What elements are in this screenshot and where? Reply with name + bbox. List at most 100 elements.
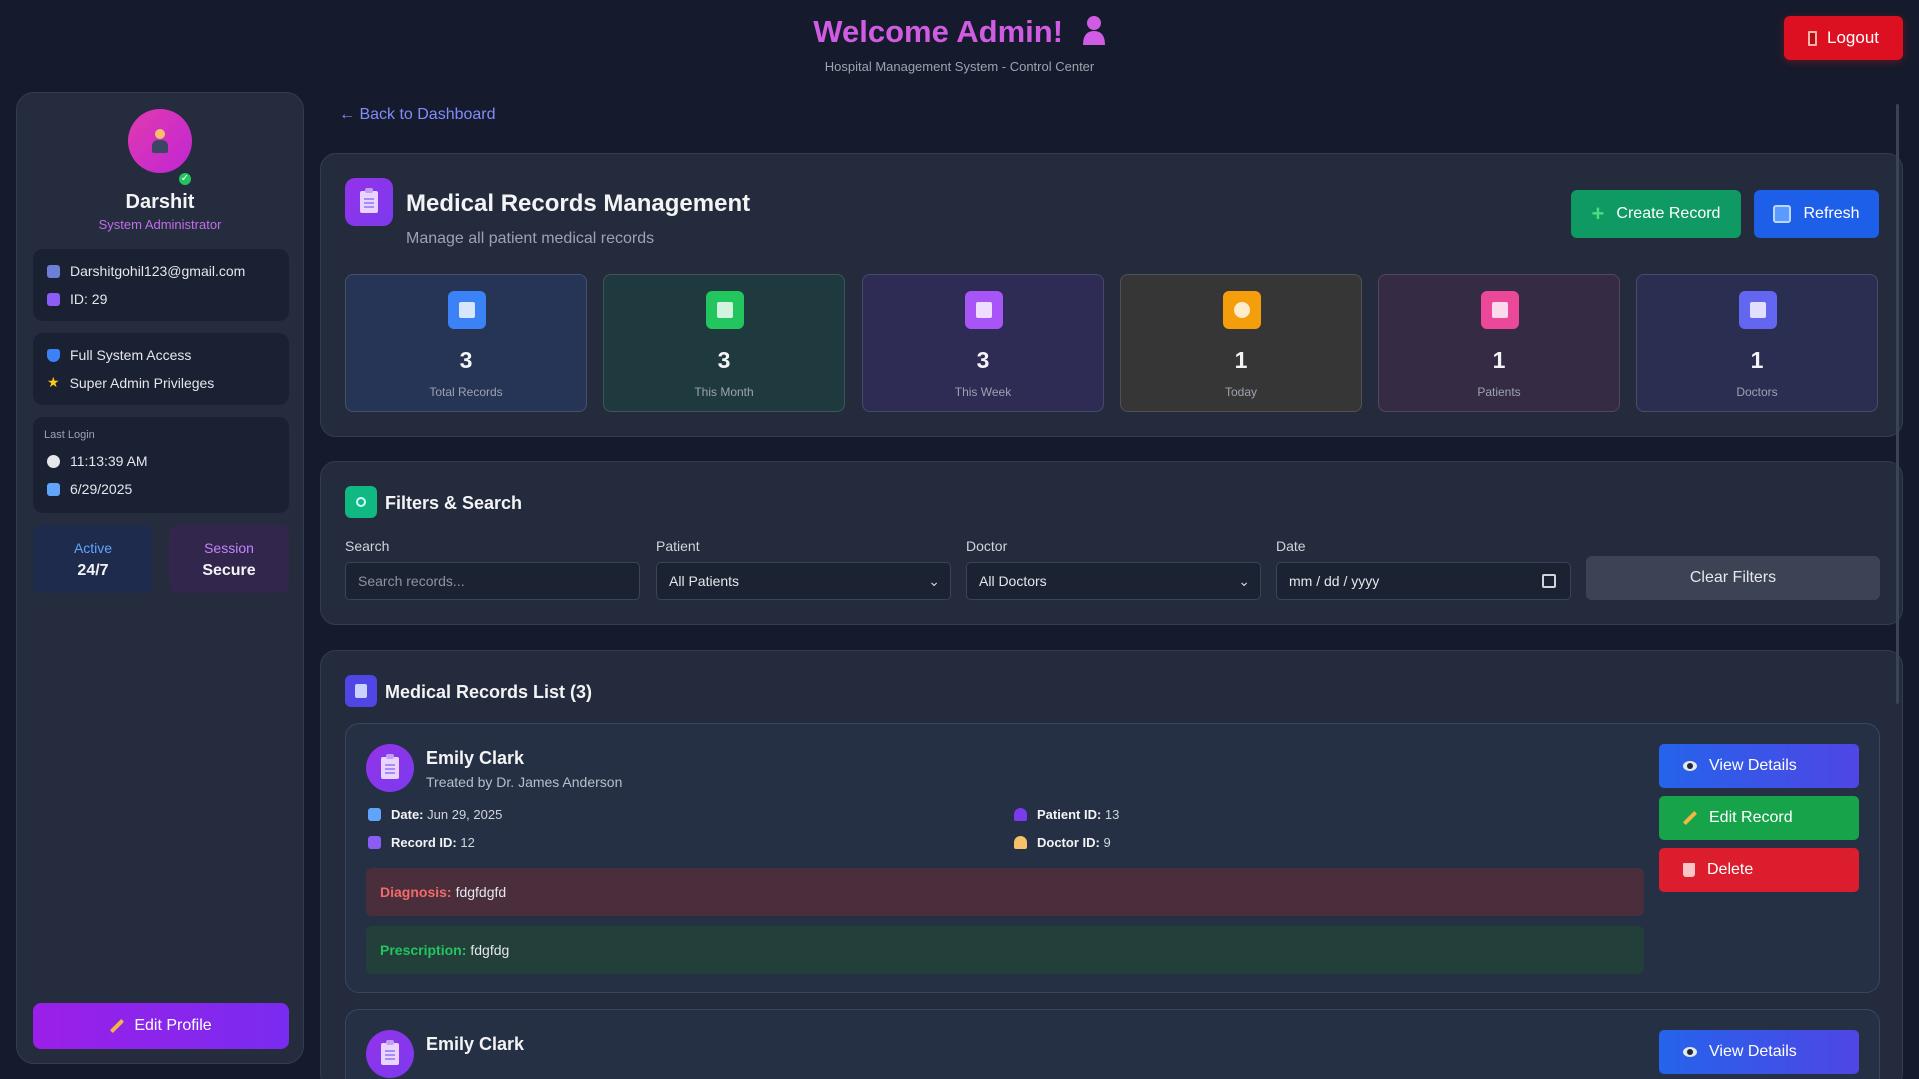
stats-row: 3 Total Records 3 This Month 3 This Week… xyxy=(345,274,1878,412)
delete-label: Delete xyxy=(1707,861,1754,878)
id-text: ID: 29 xyxy=(70,291,108,307)
calendar-icon xyxy=(706,291,744,329)
doctor-id: Doctor ID: 9 xyxy=(1014,835,1111,850)
prescription-value: fdgfdg xyxy=(470,942,510,958)
stat-value: 1 xyxy=(1750,347,1764,373)
records-list-panel: Medical Records List (3) Emily Clark Tre… xyxy=(320,650,1903,1079)
date-label: Date: xyxy=(391,807,424,822)
view-details-label: View Details xyxy=(1709,1043,1797,1060)
user-name: Darshit xyxy=(125,191,195,213)
email-row: Darshitgohil123@gmail.com xyxy=(33,257,289,285)
refresh-label: Refresh xyxy=(1803,205,1860,222)
view-details-button[interactable]: View Details xyxy=(1659,1030,1859,1074)
calendar-icon[interactable] xyxy=(1542,574,1556,588)
access-card: Full System Access ★ Super Admin Privile… xyxy=(33,333,289,405)
clock-icon xyxy=(47,454,60,468)
alarm-clock-icon xyxy=(1223,291,1261,329)
page-subtitle: Manage all patient medical records xyxy=(406,230,655,247)
create-record-button[interactable]: + Create Record xyxy=(1571,190,1741,238)
logout-button[interactable]: Logout xyxy=(1784,16,1903,60)
avatar xyxy=(128,109,192,173)
doctor-icon xyxy=(1014,836,1027,849)
stat-doctors: 1 Doctors xyxy=(1636,274,1878,412)
magnifier-icon xyxy=(345,486,377,518)
date-input[interactable]: mm / dd / yyyy xyxy=(1276,562,1571,600)
calendar-icon xyxy=(47,482,60,496)
doctor-select[interactable]: All Doctors ⌄ xyxy=(966,562,1261,600)
chevron-down-icon: ⌄ xyxy=(928,573,940,589)
pencil-icon xyxy=(110,1019,124,1033)
trash-icon xyxy=(1683,863,1695,877)
privileges-row: ★ Super Admin Privileges xyxy=(33,369,289,397)
active-pill: Active 24/7 xyxy=(33,525,153,593)
stat-this-month: 3 This Month xyxy=(603,274,845,412)
session-pill: Session Secure xyxy=(169,525,289,593)
online-status-icon: ✓ xyxy=(177,171,193,187)
active-label: Active xyxy=(73,540,113,556)
last-login-time: 11:13:39 AM xyxy=(70,453,148,469)
clear-filters-button[interactable]: Clear Filters xyxy=(1586,556,1880,600)
welcome-heading: Welcome Admin! xyxy=(0,14,1919,53)
stat-patients: 1 Patients xyxy=(1378,274,1620,412)
calendar-icon xyxy=(368,808,381,821)
diagnosis-value: fdgfdgfd xyxy=(455,884,507,900)
patient-name: Emily Clark xyxy=(426,748,525,768)
stat-label: Patients xyxy=(1477,385,1521,399)
date-label: Date xyxy=(1276,538,1306,554)
stat-value: 1 xyxy=(1492,347,1506,373)
patient-select[interactable]: All Patients ⌄ xyxy=(656,562,951,600)
chevron-down-icon: ⌄ xyxy=(1238,573,1250,589)
header-subtitle: Hospital Management System - Control Cen… xyxy=(824,59,1095,74)
clipboard-icon xyxy=(366,1030,414,1078)
last-login-label: Last Login xyxy=(44,429,95,441)
user-icon xyxy=(1082,15,1106,53)
search-input[interactable]: Search records... xyxy=(345,562,640,600)
scrollbar[interactable] xyxy=(1896,104,1899,704)
id-card-icon xyxy=(47,264,60,278)
patients-icon xyxy=(1481,291,1519,329)
record-id-value: 12 xyxy=(460,835,475,850)
stat-label: Doctors xyxy=(1736,385,1778,399)
filters-title: Filters & Search xyxy=(385,493,523,513)
back-to-dashboard-link[interactable]: ← Back to Dashboard xyxy=(339,106,496,124)
date-placeholder: mm / dd / yyyy xyxy=(1289,573,1380,589)
user-role: System Administrator xyxy=(98,217,222,232)
last-login-date-row: 6/29/2025 xyxy=(33,475,289,503)
record-date: Date: Jun 29, 2025 xyxy=(368,807,502,822)
record-card: Emily Clark View Details xyxy=(345,1009,1880,1079)
edit-record-label: Edit Record xyxy=(1709,809,1793,826)
edit-record-button[interactable]: Edit Record xyxy=(1659,796,1859,840)
doctor-value: All Doctors xyxy=(979,573,1047,589)
search-label: Search xyxy=(345,538,390,554)
doctor-id-label: Doctor ID: xyxy=(1037,835,1100,850)
patient-value: All Patients xyxy=(669,573,740,589)
stat-this-week: 3 This Week xyxy=(862,274,1104,412)
patient-id-value: 13 xyxy=(1104,807,1120,822)
diagnosis-label: Diagnosis: xyxy=(380,884,452,900)
refresh-button[interactable]: Refresh xyxy=(1754,190,1879,238)
last-login-card: Last Login 11:13:39 AM 6/29/2025 xyxy=(33,417,289,513)
view-details-button[interactable]: View Details xyxy=(1659,744,1859,788)
stat-label: Total Records xyxy=(429,385,503,399)
stat-value: 3 xyxy=(976,347,990,373)
bar-chart-icon xyxy=(448,291,486,329)
delete-button[interactable]: Delete xyxy=(1659,848,1859,892)
diagnosis-box: Diagnosis: fdgfdgfd xyxy=(366,868,1644,916)
last-login-time-row: 11:13:39 AM xyxy=(33,447,289,475)
doctor-id-value: 9 xyxy=(1103,835,1111,850)
patient-id: Patient ID: 13 xyxy=(1014,807,1119,822)
create-record-label: Create Record xyxy=(1616,205,1721,222)
email-text: Darshitgohil123@gmail.com xyxy=(70,263,246,279)
refresh-icon xyxy=(1773,205,1792,223)
plus-icon: + xyxy=(1591,201,1605,226)
edit-profile-button[interactable]: Edit Profile xyxy=(33,1003,289,1049)
pencil-icon xyxy=(1683,811,1697,825)
edit-profile-label: Edit Profile xyxy=(134,1017,212,1034)
star-icon: ★ xyxy=(47,375,60,391)
shield-icon xyxy=(47,348,60,362)
session-label: Session xyxy=(204,540,254,556)
contact-card: Darshitgohil123@gmail.com ID: 29 xyxy=(33,249,289,321)
stat-value: 1 xyxy=(1234,347,1248,373)
records-list-title: Medical Records List (3) xyxy=(385,682,593,702)
stat-value: 3 xyxy=(717,347,731,373)
